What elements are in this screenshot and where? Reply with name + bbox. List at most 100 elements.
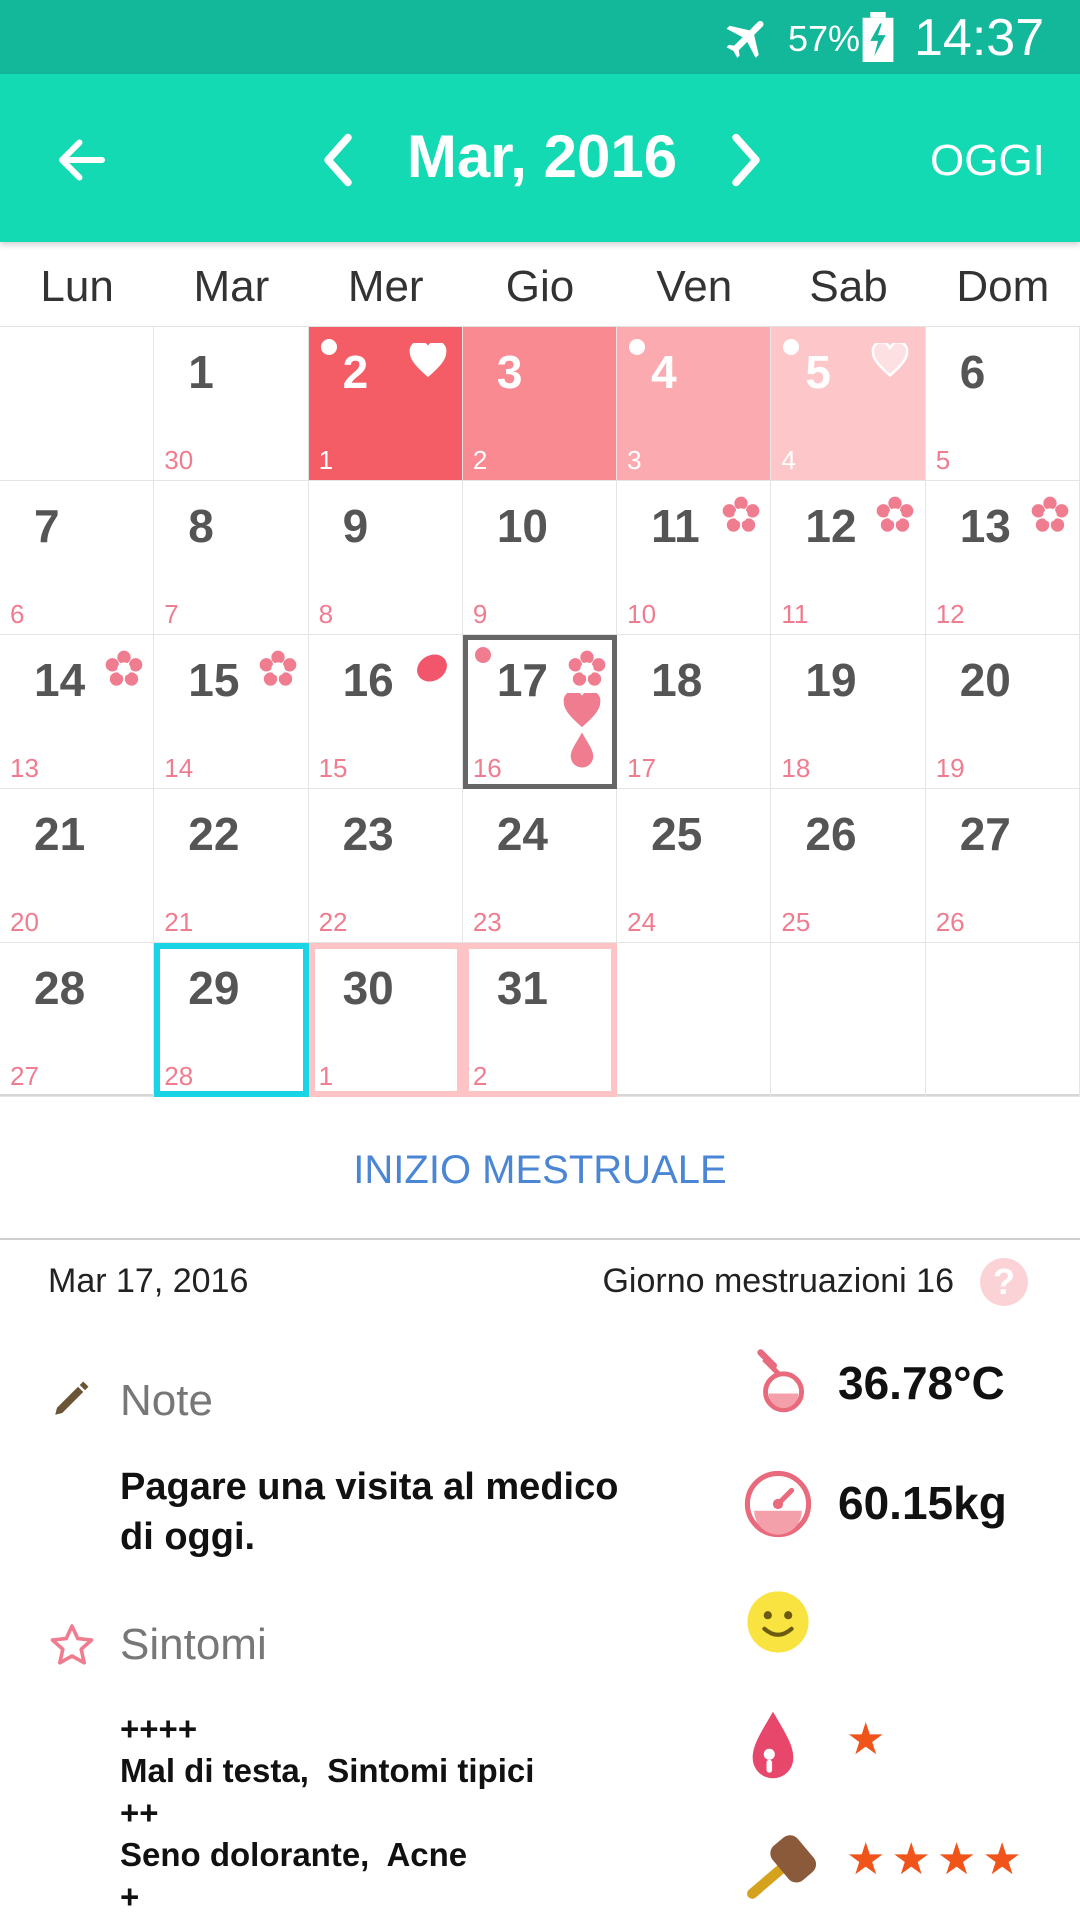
day-number: 7 <box>34 500 60 552</box>
calendar-day-3[interactable]: 32 <box>462 327 618 481</box>
calendar-empty-cell <box>617 943 772 1097</box>
rating-star-icon: ★ <box>936 1835 983 1884</box>
fertile-flower-icon <box>258 649 298 694</box>
calendar-day-10[interactable]: 10 9 <box>462 481 618 635</box>
calendar-day-27[interactable]: 27 26 <box>925 789 1080 943</box>
calendar-day-31[interactable]: 31 2 <box>462 943 618 1097</box>
note-dot-icon <box>629 339 646 355</box>
calendar-day-15[interactable]: 15 14 <box>154 635 309 789</box>
symptom-line: Mal di testa, Sintomi tipici <box>120 1752 535 1789</box>
fertile-flower-icon <box>875 495 915 540</box>
calendar-day-11[interactable]: 11 10 <box>617 481 772 635</box>
cycle-day-number: 4 <box>781 445 796 475</box>
cycle-day-number: 3 <box>627 445 642 475</box>
battery-charging-icon <box>862 12 894 62</box>
calendar-day-13[interactable]: 13 12 <box>925 481 1080 635</box>
calendar-day-25[interactable]: 25 24 <box>617 789 772 943</box>
weekday-header: Lun Mar Mer Gio Ven Sab Dom <box>0 242 1080 326</box>
calendar-day-24[interactable]: 24 23 <box>462 789 618 943</box>
calendar-day-14[interactable]: 14 13 <box>0 635 155 789</box>
day-number: 30 <box>342 962 394 1014</box>
calendar-day-20[interactable]: 20 19 <box>925 635 1080 789</box>
calendar-grid: 1 30 2 1 3 2 4 3 5 4 6 5 7 6 8 7 9 8 10 9 11 10 12 11 13 12 14 13 15… <box>0 326 1080 1097</box>
note-dot-icon <box>783 339 800 355</box>
blood-drop-icon <box>752 1711 794 1779</box>
temperature-value: 36.78°C <box>838 1357 1005 1409</box>
cycle-day-number: 9 <box>472 599 488 629</box>
weight-scale-icon <box>744 1470 812 1538</box>
app-bar: Mar, 2016 OGGI <box>0 74 1080 242</box>
selected-date: Mar 17, 2016 <box>48 1262 249 1300</box>
thermometer-icon <box>757 1349 804 1413</box>
help-icon[interactable]: ? <box>980 1258 1028 1306</box>
cycle-day-number: 6 <box>10 599 25 629</box>
rating-star-icon: ★ <box>982 1835 1028 1884</box>
cycle-day-number: 12 <box>935 599 965 629</box>
calendar-day-30[interactable]: 30 1 <box>308 943 463 1097</box>
symptom-line: ++++ <box>120 1710 198 1747</box>
cycle-day-number: 24 <box>627 907 657 937</box>
intercourse-rating-stars: ★★★★ <box>846 1834 1028 1885</box>
calendar-day-1[interactable]: 1 30 <box>154 327 309 481</box>
calendar-day-2[interactable]: 21 <box>308 327 463 481</box>
calendar-day-5[interactable]: 54 <box>771 327 926 481</box>
weekday-label: Lun <box>40 262 114 311</box>
calendar-day-12[interactable]: 12 11 <box>771 481 926 635</box>
calendar-day-26[interactable]: 26 25 <box>771 789 926 943</box>
calendar-day-8[interactable]: 87 <box>154 481 309 635</box>
calendar-empty-cell <box>925 943 1080 1097</box>
calendar-day-28[interactable]: 28 27 <box>0 943 155 1097</box>
calendar-day-6[interactable]: 65 <box>925 327 1080 481</box>
day-number: 15 <box>188 654 240 706</box>
day-number: 18 <box>651 654 703 706</box>
calendar-day-22[interactable]: 22 21 <box>154 789 309 943</box>
calendar-day-23[interactable]: 23 22 <box>308 789 463 943</box>
heart-icon <box>563 690 601 732</box>
symptom-line: ++ <box>120 1794 159 1831</box>
calendar-empty-cell <box>0 327 155 481</box>
calendar-day-21[interactable]: 21 20 <box>0 789 155 943</box>
day-number: 20 <box>959 654 1011 706</box>
calendar-day-4[interactable]: 43 <box>617 327 772 481</box>
clock: 14:37 <box>914 9 1045 67</box>
calendar-day-29[interactable]: 29 28 <box>154 943 309 1097</box>
previous-month-icon[interactable] <box>316 130 360 190</box>
day-number: 4 <box>651 346 677 398</box>
cycle-day-number: 18 <box>781 753 811 783</box>
cycle-day-number: 2 <box>472 445 488 475</box>
period-start-button[interactable]: INIZIO MESTRUALE <box>0 1100 1080 1240</box>
cycle-day-number: 11 <box>781 599 809 629</box>
calendar-day-7[interactable]: 76 <box>0 481 155 635</box>
cycle-day-number: 17 <box>627 753 657 783</box>
month-title: Mar, 2016 <box>406 123 678 190</box>
today-button[interactable]: OGGI <box>930 136 1045 186</box>
cycle-day-number: 15 <box>318 753 348 783</box>
weekday-label: Mar <box>193 262 270 311</box>
cycle-day-number: 14 <box>164 753 194 783</box>
cycle-day-number: 19 <box>935 753 965 783</box>
calendar-day-18[interactable]: 18 17 <box>617 635 772 789</box>
weekday-label: Gio <box>505 262 575 311</box>
day-number: 26 <box>805 808 857 860</box>
calendar-day-16[interactable]: 16 15 <box>308 635 463 789</box>
calendar-day-17[interactable]: 17 16 <box>462 635 618 789</box>
day-number: 10 <box>496 500 549 552</box>
note-title[interactable]: Note <box>120 1376 213 1426</box>
symptoms-title[interactable]: Sintomi <box>120 1620 267 1670</box>
day-number: 25 <box>651 808 703 860</box>
day-number: 28 <box>34 962 86 1014</box>
back-arrow-icon[interactable] <box>52 130 112 190</box>
next-month-icon[interactable] <box>724 130 768 190</box>
cycle-day-number: 8 <box>318 599 334 629</box>
day-number: 17 <box>496 654 549 706</box>
day-number: 13 <box>959 500 1011 552</box>
fertile-flower-icon <box>104 649 144 694</box>
day-number: 3 <box>496 346 523 398</box>
calendar-day-19[interactable]: 19 18 <box>771 635 926 789</box>
day-number: 1 <box>188 346 214 398</box>
cycle-day-number: 28 <box>164 1061 194 1091</box>
calendar-day-9[interactable]: 98 <box>308 481 463 635</box>
day-number: 2 <box>342 346 369 398</box>
ovulation-egg-icon <box>415 651 449 690</box>
weekday-label: Dom <box>956 262 1050 311</box>
